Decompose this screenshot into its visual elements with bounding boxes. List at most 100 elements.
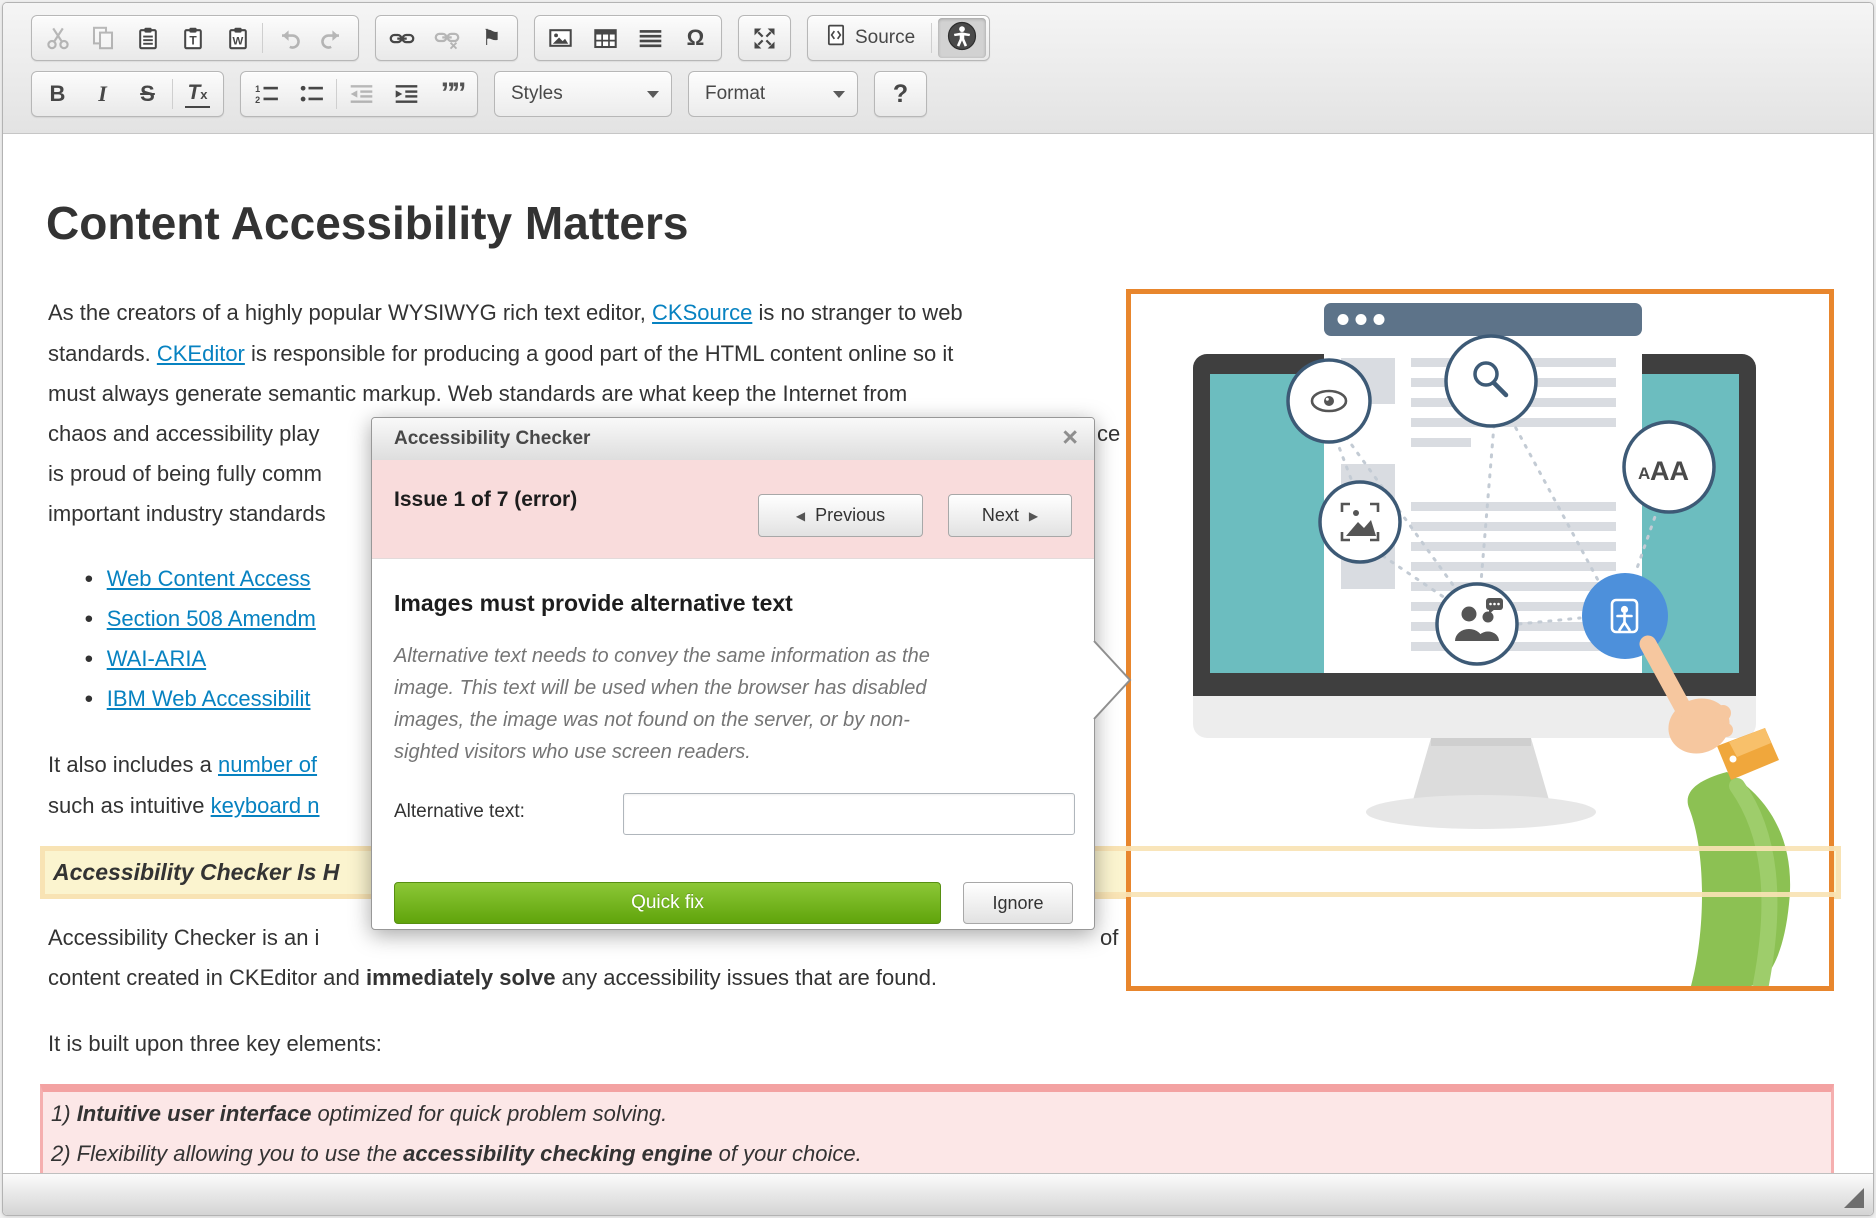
redo-icon [321, 26, 345, 50]
issue-description-line: images, the image was not found on the s… [394, 704, 910, 736]
ibm-accessibility-link[interactable]: IBM Web Accessibilit [107, 686, 311, 711]
image-icon [548, 26, 573, 50]
wai-aria-link[interactable]: WAI-ARIA [107, 646, 206, 671]
svg-text:T: T [189, 34, 197, 48]
maximize-button[interactable] [742, 18, 787, 58]
browser-bar [1324, 303, 1642, 336]
accessibility-checker-button[interactable] [938, 18, 986, 58]
paragraph-line: It also includes a number of [48, 751, 317, 779]
image-crop-badge [1320, 482, 1400, 562]
paragraph-line: important industry standards [48, 500, 326, 528]
insert-group: Ω [534, 15, 722, 61]
dialog-titlebar[interactable]: Accessibility Checker × [372, 418, 1094, 461]
special-character-button[interactable]: Ω [673, 18, 718, 58]
issue-counter: Issue 1 of 7 (error) [394, 488, 577, 512]
ignore-button[interactable]: Ignore [963, 882, 1073, 924]
outdent-icon [349, 82, 374, 106]
bold-button[interactable]: B [35, 74, 80, 114]
flagged-image[interactable]: A AA [1126, 289, 1834, 991]
toolbar-separator [172, 79, 173, 109]
undo-button[interactable] [265, 18, 310, 58]
toolbar-separator [336, 79, 337, 109]
issue-description-line: Alternative text needs to convey the sam… [394, 640, 930, 672]
strikethrough-button[interactable]: S [125, 74, 170, 114]
balloon-tail [1092, 639, 1132, 721]
numbered-list-button[interactable]: 12 [244, 74, 289, 114]
close-icon[interactable]: × [1062, 422, 1078, 453]
page-title: Content Accessibility Matters [46, 196, 688, 250]
styles-combo[interactable]: Styles [494, 71, 672, 117]
source-button[interactable]: Source [811, 18, 929, 58]
format-combo[interactable]: Format [688, 71, 858, 117]
resize-handle[interactable] [1844, 1188, 1864, 1208]
next-issue-button[interactable]: Next ▶ [948, 494, 1072, 537]
paragraph-line-fragment: ce [1097, 420, 1120, 448]
blockquote-icon: ”” [441, 79, 463, 109]
help-icon: ? [893, 82, 908, 107]
number-of-link[interactable]: number of [218, 752, 317, 777]
issue-description-line: image. This text will be used when the b… [394, 672, 927, 704]
banner-border-overlay-bottom [1093, 892, 1841, 897]
wcag-link[interactable]: Web Content Access [107, 566, 311, 591]
alternative-text-input[interactable] [623, 793, 1075, 835]
image-button[interactable] [538, 18, 583, 58]
italic-button[interactable]: I [80, 74, 125, 114]
table-icon [593, 26, 618, 50]
undo-icon [276, 26, 300, 50]
links-group: ⚑ [375, 15, 518, 61]
paragraph-line: content created in CKEditor and immediat… [48, 964, 937, 992]
keyboard-link[interactable]: keyboard n [211, 793, 320, 818]
ckeditor-link[interactable]: CKEditor [157, 341, 245, 366]
remove-format-button[interactable]: Tx [175, 74, 220, 114]
quick-fix-button[interactable]: Quick fix [394, 882, 941, 924]
redo-button[interactable] [310, 18, 355, 58]
editor-content-area[interactable]: Content Accessibility Matters As the cre… [3, 134, 1873, 1173]
maximize-group [738, 15, 791, 61]
list-item: •WAI-ARIA [85, 645, 206, 673]
bulleted-list-button[interactable] [289, 74, 334, 114]
cut-button[interactable] [35, 18, 80, 58]
clipboard-group: T W [31, 15, 359, 61]
italic-icon: I [98, 83, 107, 105]
paragraph-group: 12 ”” [240, 71, 478, 117]
table-button[interactable] [583, 18, 628, 58]
previous-issue-button[interactable]: ◀ Previous [758, 494, 923, 537]
paste-icon [136, 26, 160, 50]
outdent-button[interactable] [339, 74, 384, 114]
paragraph-line: It is built upon three key elements: [48, 1030, 382, 1058]
svg-text:AA: AA [1650, 456, 1689, 486]
link-button[interactable] [379, 18, 424, 58]
basicstyles-group: B I S Tx [31, 71, 224, 117]
paragraph-line: As the creators of a highly popular WYSI… [48, 299, 963, 327]
paste-button[interactable] [125, 18, 170, 58]
list-item: •Web Content Access [85, 565, 311, 593]
anchor-button[interactable]: ⚑ [469, 18, 514, 58]
blockquote-button[interactable]: ”” [429, 74, 474, 114]
paragraph-line: such as intuitive keyboard n [48, 792, 320, 820]
copy-button[interactable] [80, 18, 125, 58]
dialog-title: Accessibility Checker [394, 428, 590, 450]
numbered-list-icon: 12 [254, 82, 279, 106]
remove-format-icon: Tx [185, 81, 209, 108]
browser-dot [1338, 314, 1349, 325]
paragraph-line: standards. CKEditor is responsible for p… [48, 340, 953, 368]
list-item: •IBM Web Accessibilit [85, 685, 310, 713]
paragraph-line-fragment: of [1100, 924, 1118, 952]
unlink-button[interactable] [424, 18, 469, 58]
paste-from-word-button[interactable]: W [215, 18, 260, 58]
paste-as-text-button[interactable]: T [170, 18, 215, 58]
toolbar-separator [931, 23, 932, 53]
anchor-flag-icon: ⚑ [482, 27, 502, 49]
editor-frame: T W ⚑ Ω Source [2, 2, 1874, 1216]
people-badge [1437, 584, 1517, 664]
indent-icon [394, 82, 419, 106]
section508-link[interactable]: Section 508 Amendm [107, 606, 316, 631]
banner-border-overlay-top [1093, 846, 1841, 851]
horizontal-line-button[interactable] [628, 18, 673, 58]
toolbar-separator [262, 23, 263, 53]
cksource-link[interactable]: CKSource [652, 300, 752, 325]
pink-highlight-box: 1) Intuitive user interface optimized fo… [40, 1084, 1834, 1173]
about-button[interactable]: ? [878, 74, 923, 114]
indent-button[interactable] [384, 74, 429, 114]
accessibility-icon [947, 21, 977, 56]
